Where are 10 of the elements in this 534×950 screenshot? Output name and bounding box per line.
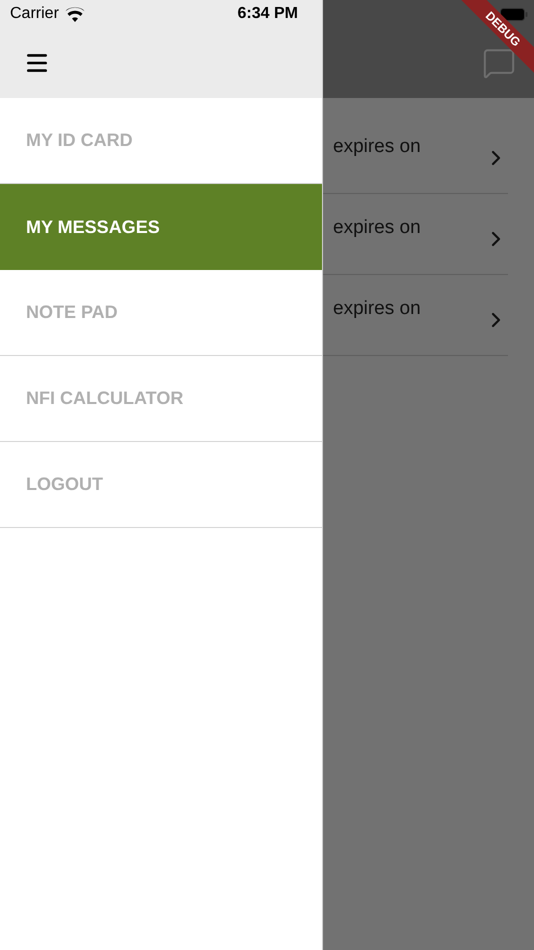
- carrier-label: Carrier: [10, 4, 59, 24]
- wifi-icon: [64, 6, 85, 22]
- message-text: expires on: [332, 297, 421, 321]
- drawer-item[interactable]: MY MESSAGES: [0, 184, 322, 270]
- clock-label: 6:34 PM: [238, 4, 298, 24]
- message-text: expires on: [332, 216, 421, 240]
- message-text: expires on: [332, 135, 421, 159]
- message-row[interactable]: expires on: [323, 194, 508, 275]
- message-row[interactable]: expires on: [323, 275, 508, 356]
- message-row[interactable]: expires on: [323, 113, 508, 194]
